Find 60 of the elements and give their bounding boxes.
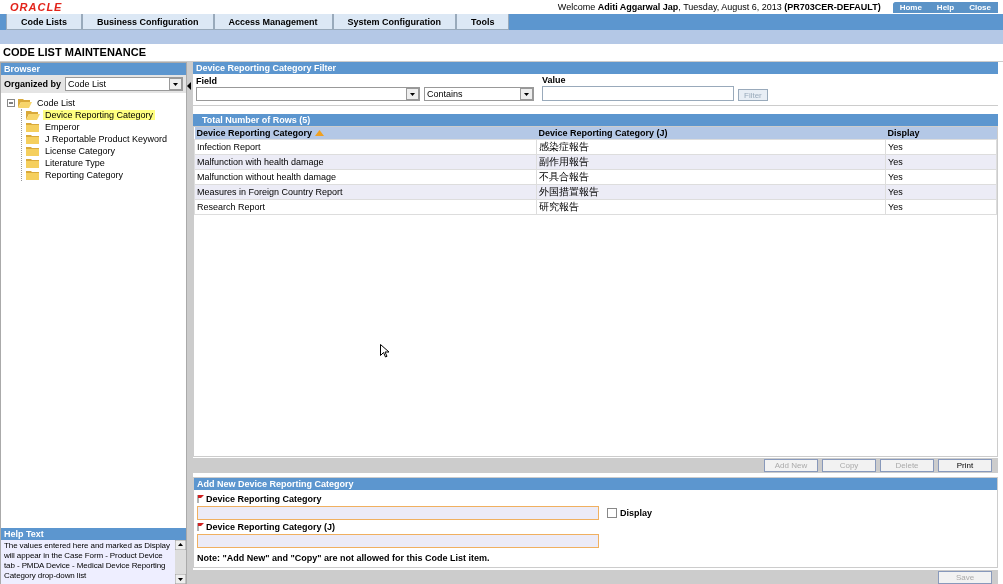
table-header-bar: Total Number of Rows (5) [193,114,998,126]
panel-header: Help Text [1,528,186,540]
field-dropdown[interactable] [196,87,420,101]
tree-item[interactable]: License Category [43,146,118,156]
action-button[interactable]: Print [938,459,992,472]
folder-icon [26,133,40,145]
column-header[interactable]: Device Reporting Category (J) [536,127,886,140]
input-field[interactable] [197,534,599,548]
open-folder-icon [26,109,40,121]
table-cell: Research Report [194,199,537,215]
field-label: Field [196,76,218,86]
field-label: Organized by [4,79,61,89]
menu-tab[interactable]: Tools [456,14,510,30]
tree-item[interactable]: Code List [35,98,78,108]
collapse-icon[interactable] [7,99,15,107]
value-field[interactable] [542,86,734,101]
field-label: Value [542,75,567,85]
table-cell: 感染症報告 [536,139,886,155]
folder-icon [26,121,40,133]
table-cell: Malfunction without health damage [194,169,537,185]
menu-tab[interactable]: Code Lists [6,14,82,30]
note-text: Note: "Add New" and "Copy" are not allowed for this Code List item. [197,553,491,563]
folder-icon [26,169,40,181]
operator-dropdown[interactable]: Contains [424,87,534,101]
tree-item[interactable]: Reporting Category [43,170,126,180]
field-label: Device Reporting Category (J) [206,522,336,532]
tree-item[interactable]: Literature Type [43,158,107,168]
cursor-icon [380,344,389,358]
input-field[interactable] [197,506,599,520]
menu-tab[interactable]: System Configuration [332,14,457,30]
help-text: The values entered here and marked as Display will appear in the Case Form - Product Device tab - PMDA Device - Medical Device Reporting Category drop-down list [3,540,171,582]
welcome-text: Welcome Aditi Aggarwal Jap, Tuesday, August 6, 2013 (PR703CER-DEFAULT) [557,2,881,12]
table-cell: Yes [885,169,997,185]
scroll-up-icon[interactable] [175,540,186,550]
organized-by-dropdown[interactable]: Code List [65,77,183,91]
table-cell: Infection Report [194,139,537,155]
tree-item[interactable]: Device Reporting Category [43,110,156,120]
table-cell: 研究報告 [536,199,886,215]
open-folder-icon [18,97,32,109]
table-cell: 不具合報告 [536,169,886,185]
panel-header: Device Reporting Category Filter [193,62,998,74]
menu-tab[interactable]: Access Management [213,14,333,30]
column-header[interactable]: Display [885,127,997,140]
field-label: Device Reporting Category [206,494,322,504]
page-title: CODE LIST MAINTENANCE [2,45,147,60]
menu-tab[interactable]: Business Configuration [82,14,214,30]
column-header[interactable]: Device Reporting Category [194,127,537,140]
scroll-down-icon[interactable] [175,574,186,584]
panel-header: Browser [1,63,186,75]
logo: ORACLE [10,1,63,13]
collapse-arrow-icon[interactable] [187,82,192,90]
tree-item[interactable]: J Reportable Product Keyword [43,134,170,144]
tree-item[interactable]: Emperor [43,122,82,132]
checkbox[interactable] [607,508,617,518]
table-cell: Yes [885,139,997,155]
checkbox-label: Display [620,508,652,518]
folder-icon [26,157,40,169]
folder-icon [26,145,40,157]
panel-header: Add New Device Reporting Category [194,478,997,490]
table-cell: Yes [885,199,997,215]
